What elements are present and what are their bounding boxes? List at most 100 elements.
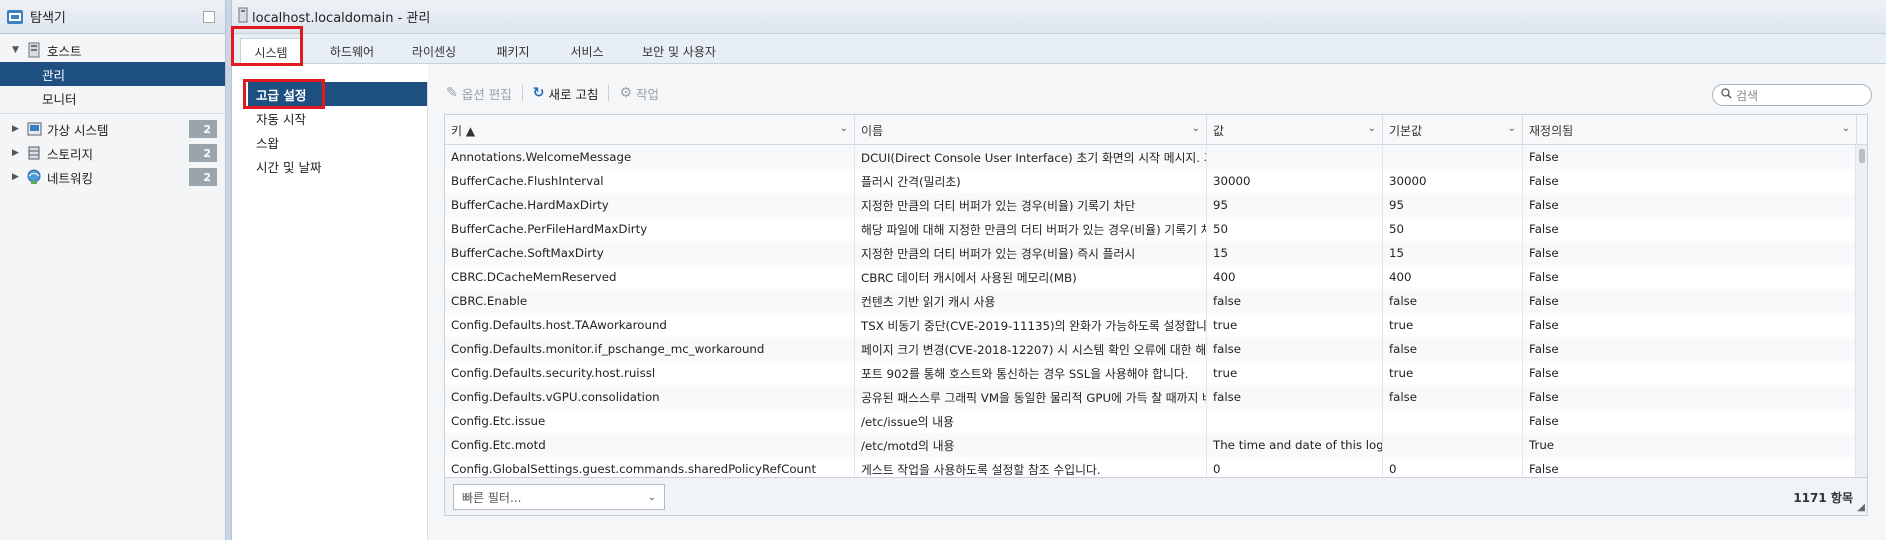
table-cell: False (1523, 457, 1857, 477)
chevron-down-icon[interactable]: ▼ (12, 45, 22, 55)
table-row[interactable]: Config.Defaults.host.TAAworkaround TSX 비동… (445, 313, 1867, 337)
count-badge: 2 (189, 144, 217, 162)
actions-label: 작업 (636, 86, 660, 102)
table-row[interactable]: CBRC.Enable 컨텐츠 기반 읽기 캐시 사용 false false Fals… (445, 289, 1867, 313)
nav-networking-label: 네트워킹 (47, 170, 94, 186)
toolbar: ✎ 옵션 편집 ↻ 새로 고침 ⚙ 작업 (446, 80, 669, 106)
chevron-right-icon[interactable]: ▶ (12, 124, 22, 134)
subnav-label: 고급 설정 (256, 87, 307, 103)
subnav-item-autostart[interactable]: 자동 시작 (248, 106, 427, 130)
table-row[interactable]: BufferCache.SoftMaxDirty 지정한 만큼의 더티 버퍼가 있… (445, 241, 1867, 265)
count-badge: 2 (189, 168, 217, 186)
subnav-item-advanced-settings[interactable]: 고급 설정 (248, 82, 427, 106)
actions-button[interactable]: ⚙ 작업 (619, 84, 659, 103)
chevron-down-icon[interactable]: ⌄ (1192, 123, 1200, 134)
nav-storage-label: 스토리지 (47, 146, 94, 162)
table-cell: 0 (1207, 457, 1383, 477)
table-cell: 95 (1207, 193, 1383, 217)
table-row[interactable]: BufferCache.FlushInterval 플러시 간격(밀리초) 3000… (445, 169, 1867, 193)
item-count: 1171 항목 (1793, 491, 1853, 505)
chevron-down-icon[interactable]: ⌄ (1368, 123, 1376, 134)
search-placeholder: 검색 (1736, 88, 1759, 103)
host-icon (238, 7, 248, 26)
divider (0, 113, 225, 114)
tab-label: 시스템 (254, 45, 288, 60)
column-value[interactable]: 값 ⌄ (1207, 115, 1383, 145)
table-cell: False (1523, 361, 1857, 385)
tab-hardware[interactable]: 하드웨어 (312, 38, 392, 64)
nav-item-manage[interactable]: 관리 (0, 62, 225, 86)
grid-scrollbar[interactable] (1855, 145, 1867, 477)
tab-label: 보안 및 사용자 (642, 44, 716, 59)
table-row[interactable]: BufferCache.PerFileHardMaxDirty 해당 파일에 대해… (445, 217, 1867, 241)
table-cell: 15 (1207, 241, 1383, 265)
tab-services[interactable]: 서비스 (550, 38, 624, 64)
nav-virtual-machines[interactable]: ▶ 가상 시스템 2 (0, 117, 225, 141)
table-row[interactable]: CBRC.DCacheMemReserved CBRC 데이터 캐시에서 사용된 … (445, 265, 1867, 289)
quick-filter-select[interactable]: 빠른 필터... ⌄ (453, 484, 665, 510)
tab-system[interactable]: 시스템 (240, 38, 302, 65)
table-row[interactable]: Config.Defaults.vGPU.consolidation 공유된 패스… (445, 385, 1867, 409)
table-cell: Config.Etc.motd (445, 433, 855, 457)
subnav-item-time-date[interactable]: 시간 및 날짜 (248, 154, 427, 178)
nav-virtual-machines-label: 가상 시스템 (47, 122, 109, 138)
subnav-label: 스왑 (256, 135, 280, 151)
nav-storage[interactable]: ▶ 스토리지 2 (0, 141, 225, 165)
table-row[interactable]: BufferCache.HardMaxDirty 지정한 만큼의 더티 버퍼가 있… (445, 193, 1867, 217)
table-cell: true (1383, 361, 1523, 385)
table-cell: False (1523, 217, 1857, 241)
tab-security-users[interactable]: 보안 및 사용자 (624, 38, 734, 64)
table-cell: 50 (1207, 217, 1383, 241)
subnav-item-swap[interactable]: 스왑 (248, 130, 427, 154)
chevron-down-icon: ⌄ (647, 492, 656, 503)
column-name[interactable]: 이름 ⌄ (855, 115, 1207, 145)
refresh-button[interactable]: ↻ 새로 고침 (533, 84, 599, 103)
table-cell: Config.GlobalSettings.guest.commands.sha… (445, 457, 855, 477)
tab-label: 패키지 (496, 44, 530, 59)
column-label: 키 ▲ (451, 123, 476, 138)
collapse-navigator-button[interactable] (203, 10, 215, 23)
table-cell: False (1523, 241, 1857, 265)
table-row[interactable]: Config.Etc.issue/etc/issue의 내용 False (445, 409, 1867, 433)
table-cell: False (1523, 337, 1857, 361)
resize-grip-icon[interactable]: ◢ (1857, 502, 1865, 513)
nav-host[interactable]: ▼ 호스트 (0, 38, 225, 62)
table-row[interactable]: Config.GlobalSettings.guest.commands.sha… (445, 457, 1867, 477)
chevron-right-icon[interactable]: ▶ (12, 148, 22, 158)
table-cell: TSX 비동기 중단(CVE-2019-11135)의 완화가 가능하도록 설정… (855, 313, 1207, 337)
table-cell: DCUI(Direct Console User Interface) 초기 화… (855, 145, 1207, 169)
chevron-right-icon[interactable]: ▶ (12, 172, 22, 182)
table-cell: true (1207, 313, 1383, 337)
navigator-panel: 탐색기 ▼ 호스트 관리 모니터 ▶ 가상 시스템 2 ▶ 스토리지 2 ▶ 네… (0, 0, 226, 540)
scrollbar-thumb[interactable] (1859, 149, 1865, 163)
column-key[interactable]: 키 ▲ ⌄ (445, 115, 855, 145)
column-overridden[interactable]: 재정의됨 ⌄ (1523, 115, 1857, 145)
table-row[interactable]: Config.Etc.motd/etc/motd의 내용 The time and… (445, 433, 1867, 457)
nav-networking[interactable]: ▶ 네트워킹 2 (0, 165, 225, 189)
table-cell: CBRC.DCacheMemReserved (445, 265, 855, 289)
pencil-icon: ✎ (446, 85, 458, 101)
tab-licensing[interactable]: 라이센싱 (392, 38, 476, 64)
table-cell: False (1523, 385, 1857, 409)
chevron-down-icon[interactable]: ⌄ (1842, 123, 1850, 134)
table-cell: true (1383, 313, 1523, 337)
table-cell (1383, 433, 1523, 457)
chevron-down-icon[interactable]: ⌄ (840, 123, 848, 134)
search-input[interactable]: 검색 (1712, 84, 1872, 106)
table-row[interactable]: Config.Defaults.security.host.ruissl 포트 9… (445, 361, 1867, 385)
table-row[interactable]: Annotations.WelcomeMessage DCUI(Direct Co… (445, 145, 1867, 169)
table-cell: 30000 (1207, 169, 1383, 193)
grid-body: Annotations.WelcomeMessage DCUI(Direct Co… (445, 145, 1867, 477)
column-default[interactable]: 기본값 ⌄ (1383, 115, 1523, 145)
nav-item-monitor[interactable]: 모니터 (0, 86, 225, 110)
table-cell: 지정한 만큼의 더티 버퍼가 있는 경우(비율) 기록기 차단 (855, 193, 1207, 217)
grid-header: 키 ▲ ⌄ 이름 ⌄ 값 ⌄ 기본값 ⌄ 재정의됨 ⌄ (445, 115, 1867, 145)
tab-label: 하드웨어 (329, 44, 375, 59)
table-row[interactable]: Config.Defaults.monitor.if_pschange_mc_w… (445, 337, 1867, 361)
table-cell: 해당 파일에 대해 지정한 만큼의 더티 버퍼가 있는 경우(비율) 기록기 차… (855, 217, 1207, 241)
table-cell: The time and date of this login hav... (1207, 433, 1383, 457)
chevron-down-icon[interactable]: ⌄ (1508, 123, 1516, 134)
edit-option-button[interactable]: ✎ 옵션 편집 (446, 84, 512, 103)
tab-packages[interactable]: 패키지 (476, 38, 550, 64)
tab-label: 라이센싱 (411, 44, 457, 59)
